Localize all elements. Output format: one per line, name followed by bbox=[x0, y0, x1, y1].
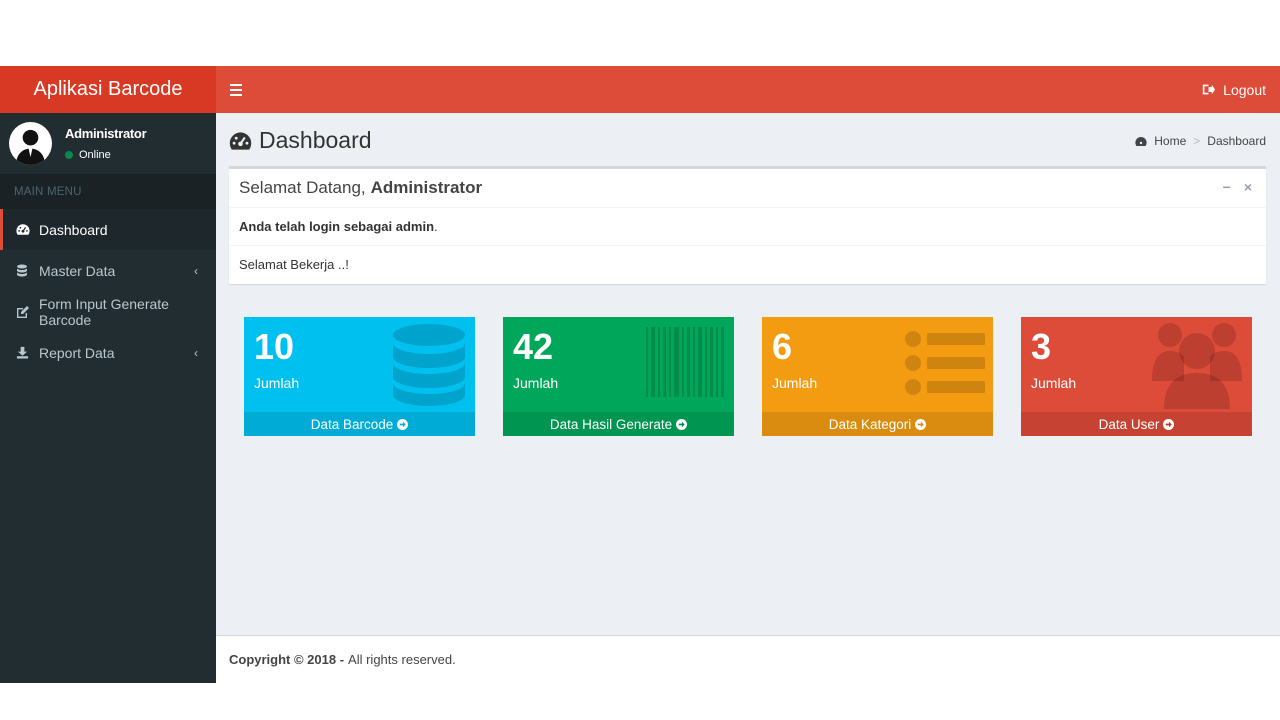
edit-icon bbox=[16, 305, 30, 319]
stat-box-data-barcode: 10 Jumlah Data Barcode bbox=[244, 317, 475, 436]
stat-box-data-kategori: 6 Jumlah Data Kategori bbox=[762, 317, 993, 436]
rights-text: All rights reserved. bbox=[348, 652, 456, 667]
list-icon bbox=[905, 331, 985, 395]
welcome-box-header: Selamat Datang, Administrator bbox=[229, 169, 1266, 208]
user-name: Administrator bbox=[65, 126, 147, 141]
sidebar-toggle-icon[interactable] bbox=[230, 81, 242, 97]
stat-label: Jumlah bbox=[513, 375, 559, 391]
sidebar-item-label: Master Data bbox=[39, 262, 116, 279]
main-content: Dashboard Home > Dashboard Selamat Datan… bbox=[216, 113, 1280, 635]
chevron-left-icon: ‹ bbox=[194, 264, 198, 278]
dashboard-icon bbox=[1135, 136, 1147, 146]
arrow-circle-right-icon bbox=[1163, 418, 1175, 430]
sidebar-item-label: Report Data bbox=[39, 344, 115, 361]
logout-button[interactable]: Logout bbox=[1202, 66, 1266, 113]
box-tools: − × bbox=[1223, 179, 1252, 195]
stat-value: 42 bbox=[513, 326, 554, 367]
page-footer: Copyright © 2018 - All rights reserved. bbox=[216, 635, 1280, 683]
sidebar-item-master-data[interactable]: Master Data ‹ bbox=[0, 250, 216, 291]
stat-footer-label: Data Hasil Generate bbox=[549, 416, 673, 432]
database-icon bbox=[393, 324, 465, 406]
app-logo[interactable]: Aplikasi Barcode bbox=[0, 66, 216, 113]
stat-footer-link[interactable]: Data User bbox=[1021, 412, 1252, 436]
stat-footer-link[interactable]: Data Kategori bbox=[762, 412, 993, 436]
stat-box-data-user: 3 Jumlah Data User bbox=[1021, 317, 1252, 436]
sidebar-item-label: Form Input Generate Barcode bbox=[39, 295, 169, 328]
sidebar-item-dashboard[interactable]: Dashboard bbox=[0, 209, 216, 250]
user-status: Online bbox=[65, 149, 111, 161]
stat-box-data-hasil-generate: 42 Jumlah Data Hasil Generate bbox=[503, 317, 734, 436]
stat-footer-link[interactable]: Data Barcode bbox=[244, 412, 475, 436]
welcome-box-title-prefix: Selamat Datang, bbox=[239, 178, 366, 197]
welcome-box-title-name: Administrator bbox=[370, 178, 483, 197]
logout-label: Logout bbox=[1223, 81, 1266, 98]
users-icon bbox=[1152, 323, 1242, 409]
stat-label: Jumlah bbox=[1031, 375, 1077, 391]
sidebar-item-label: Dashboard bbox=[39, 221, 108, 238]
sidebar: Administrator Online MAIN MENU Dashboard… bbox=[0, 113, 216, 683]
dashboard-icon bbox=[229, 131, 252, 150]
stat-footer-label: Data Kategori bbox=[828, 416, 912, 432]
sidebar-item-form-input-generate-barcode[interactable]: Form Input Generate Barcode bbox=[0, 291, 216, 332]
database-icon bbox=[16, 264, 30, 278]
welcome-box: Selamat Datang, Administrator − × Anda t… bbox=[229, 166, 1266, 284]
user-status-text: Online bbox=[79, 149, 111, 161]
stat-value: 6 bbox=[772, 326, 793, 367]
arrow-circle-right-icon bbox=[397, 418, 409, 430]
close-icon[interactable]: × bbox=[1244, 179, 1252, 195]
breadcrumb: Home > Dashboard bbox=[1135, 134, 1266, 148]
download-icon bbox=[16, 346, 30, 360]
page-title: Dashboard bbox=[229, 127, 372, 154]
stat-value: 10 bbox=[254, 326, 295, 367]
stat-footer-link[interactable]: Data Hasil Generate bbox=[503, 412, 734, 436]
stat-label: Jumlah bbox=[772, 375, 818, 391]
user-panel: Administrator Online bbox=[0, 113, 216, 174]
page-title-text: Dashboard bbox=[259, 127, 372, 153]
online-status-icon bbox=[65, 151, 73, 159]
arrow-circle-right-icon bbox=[915, 418, 927, 430]
stat-footer-label: Data Barcode bbox=[310, 416, 394, 432]
dashboard-icon bbox=[16, 223, 30, 237]
stat-label: Jumlah bbox=[254, 375, 300, 391]
stat-value: 3 bbox=[1031, 326, 1052, 367]
stat-footer-label: Data User bbox=[1098, 416, 1160, 432]
app-logo-text: Aplikasi Barcode bbox=[33, 78, 183, 100]
app-frame: Aplikasi Barcode Logout Administrator On… bbox=[0, 66, 1280, 683]
breadcrumb-home[interactable]: Home bbox=[1154, 134, 1186, 148]
breadcrumb-current: Dashboard bbox=[1207, 134, 1266, 148]
login-info-period: . bbox=[434, 219, 438, 234]
top-navbar: Logout bbox=[216, 66, 1280, 113]
breadcrumb-separator: > bbox=[1193, 134, 1201, 148]
arrow-circle-right-icon bbox=[676, 418, 688, 430]
avatar bbox=[9, 122, 52, 165]
sign-out-icon bbox=[1202, 84, 1216, 95]
welcome-box-line1: Anda telah login sebagai admin. bbox=[229, 208, 1266, 246]
chevron-left-icon: ‹ bbox=[194, 346, 198, 360]
sidebar-item-report-data[interactable]: Report Data ‹ bbox=[0, 332, 216, 373]
copyright-text: Copyright © 2018 - bbox=[229, 652, 345, 667]
barcode-icon bbox=[646, 327, 724, 397]
menu-header: MAIN MENU bbox=[0, 174, 216, 209]
minimize-icon[interactable]: − bbox=[1223, 179, 1231, 195]
login-info-text: Anda telah login sebagai admin bbox=[239, 219, 435, 234]
welcome-box-line2: Selamat Bekerja ..! bbox=[239, 257, 349, 272]
